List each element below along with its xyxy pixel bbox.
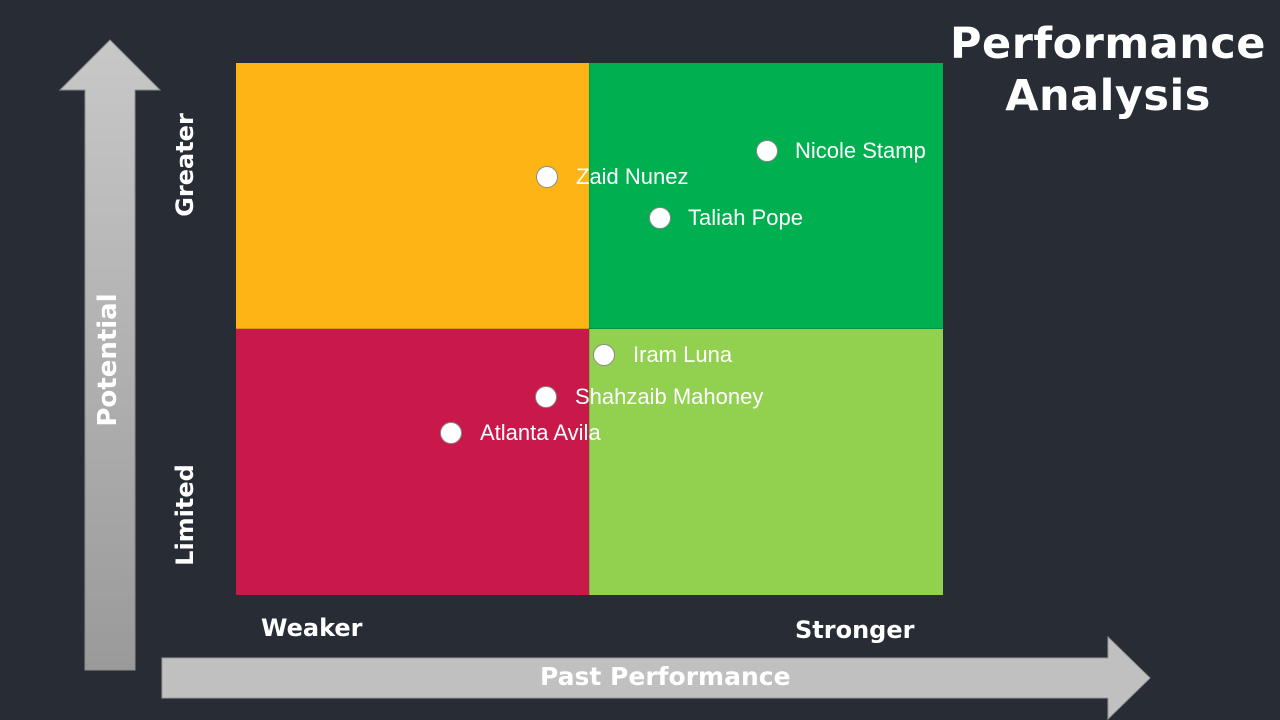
person-label-shahzaib-mahoney: Shahzaib Mahoney [575, 384, 764, 409]
x-axis-label: Past Performance [540, 662, 791, 691]
y-axis-high-label: Greater [171, 113, 199, 217]
person-marker-atlanta-avila [440, 422, 462, 444]
person-marker-taliah-pope [649, 207, 671, 229]
person-marker-zaid-nunez [536, 166, 558, 188]
quadrant-top-right [589, 63, 943, 329]
person-label-atlanta-avila: Atlanta Avila [480, 420, 601, 445]
person-marker-nicole-stamp [756, 140, 778, 162]
y-axis-label: Potential [93, 293, 123, 427]
person-marker-iram-luna [593, 344, 615, 366]
x-axis-low-label: Weaker [261, 614, 363, 642]
y-axis-low-label: Limited [171, 464, 199, 566]
quadrant-divider-vertical [589, 63, 590, 595]
x-axis-high-label: Stronger [795, 616, 915, 644]
quadrant-bottom-left [236, 329, 589, 595]
quadrant-top-left [236, 63, 589, 329]
person-label-taliah-pope: Taliah Pope [688, 205, 803, 230]
person-label-nicole-stamp: Nicole Stamp [795, 138, 926, 163]
quadrant-bottom-right [589, 329, 943, 595]
person-marker-shahzaib-mahoney [535, 386, 557, 408]
person-label-iram-luna: Iram Luna [633, 342, 733, 367]
person-label-zaid-nunez: Zaid Nunez [576, 164, 689, 189]
